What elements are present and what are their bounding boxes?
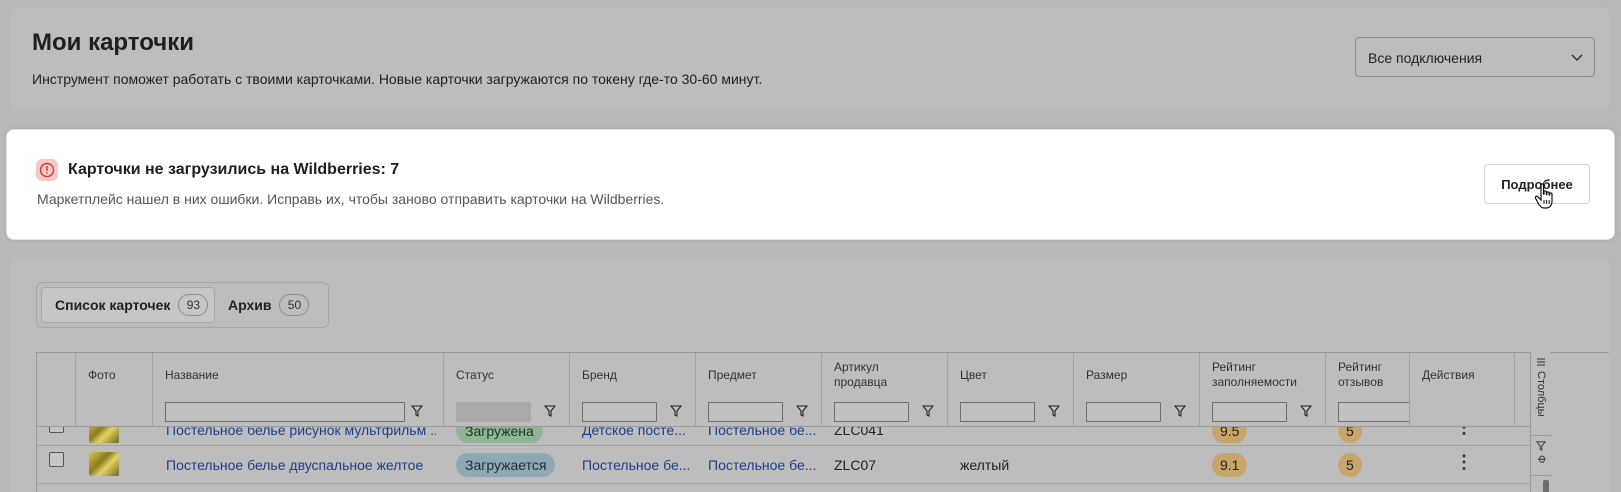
kebab-menu-icon[interactable]: ⋮ [1455,427,1473,436]
chevron-down-icon [1570,51,1584,70]
product-name-link[interactable]: Постельное белье рисунок мультфильм ... [166,427,436,438]
page-title: Мои карточки [32,29,194,56]
column-header-name[interactable]: Название [153,353,444,397]
size-filter-input[interactable] [1086,402,1161,422]
column-header-brand[interactable]: Бренд [570,353,696,397]
column-header-size[interactable]: Размер [1074,353,1200,397]
columns-side-tab[interactable]: Столбцы [1531,352,1551,436]
subject-link[interactable]: Постельное бе... [708,457,820,473]
row-checkbox[interactable] [49,452,64,467]
upload-error-alert: Карточки не загрузились на Wildberries: … [6,129,1615,240]
article-filter-input[interactable] [834,402,909,422]
status-badge: Загружается [456,453,556,477]
funnel-icon [1536,441,1546,451]
review-rating-badge: 5 [1338,453,1362,477]
tab-cards-list[interactable]: Список карточек 93 [41,287,215,323]
filters-side-tab[interactable]: Ф [1531,436,1551,476]
column-header-color[interactable]: Цвет [948,353,1074,397]
funnel-icon[interactable] [411,405,423,417]
filter-row [37,397,1537,427]
column-header-photo: Фото [76,353,153,397]
vertical-scrollbar[interactable] [1543,480,1549,492]
product-thumbnail [89,427,119,443]
tab-archive[interactable]: Архив 50 [215,287,325,323]
funnel-icon[interactable] [922,405,934,417]
subject-filter-input[interactable] [708,402,783,422]
article-value: ZLC041 [834,427,884,438]
cards-list-panel: Список карточек 93 Архив 50 Фото Названи… [11,258,1610,492]
filters-tab-label: Ф [1535,455,1547,464]
name-filter-input[interactable] [165,402,405,422]
select-column-header [37,353,76,397]
color-filter-input[interactable] [960,402,1035,422]
columns-tab-label: Столбцы [1535,371,1547,417]
brand-filter-input[interactable] [582,402,657,422]
brand-link[interactable]: Постельное бе... [582,457,694,473]
tab-label: Архив [228,297,272,313]
connections-select-value: Все подключения [1368,50,1483,66]
column-header-fill-line2: заполняемости [1212,375,1298,389]
funnel-icon[interactable] [1174,405,1186,417]
brand-link[interactable]: Детское посте... [582,427,694,438]
tabs: Список карточек 93 Архив 50 [36,282,329,328]
kebab-menu-icon[interactable]: ⋮ [1455,453,1473,471]
columns-icon [1537,358,1545,366]
column-header-reviews-line2: отзывов [1338,375,1384,389]
connections-select[interactable]: Все подключения [1355,37,1595,77]
column-header-status[interactable]: Статус [444,353,570,397]
tab-label: Список карточек [55,297,171,313]
fill-rating-badge: 9.5 [1212,427,1248,443]
column-header-review-rating[interactable]: Рейтинг отзывов [1326,353,1410,397]
column-header-article[interactable]: Артикул продавца [822,353,948,397]
page-subtitle: Инструмент поможет работать с твоими кар… [32,71,763,87]
row-checkbox[interactable] [49,427,64,433]
column-header-fill-line1: Рейтинг [1212,360,1257,374]
funnel-icon[interactable] [544,405,556,417]
color-value: желтый [960,457,1010,473]
table-row[interactable]: Постельное белье двуспальное желтое Загр… [37,446,1537,484]
article-value: ZLC07 [834,457,877,473]
count-badge: 93 [178,294,209,316]
exclamation-circle-icon [36,159,58,181]
review-rating-filter-input[interactable] [1338,402,1409,422]
hand-pointer-icon [1534,183,1556,216]
review-rating-badge: 5 [1338,427,1362,443]
funnel-icon[interactable] [796,405,808,417]
column-header-article-line2: продавца [834,375,888,389]
funnel-icon[interactable] [1300,405,1312,417]
page-header-card: Мои карточки Инструмент поможет работать… [11,7,1610,110]
count-badge: 50 [279,294,310,316]
alert-title: Карточки не загрузились на Wildberries: … [68,161,400,178]
column-header-fill-rating[interactable]: Рейтинг заполняемости [1200,353,1326,397]
subject-link[interactable]: Постельное бе... [708,427,820,438]
product-thumbnail [89,452,119,476]
table-side-panel: Столбцы Ф [1530,352,1551,492]
alert-text: Маркетплейс нашел в них ошибки. Исправь … [37,191,665,207]
status-badge: Загружена [456,427,543,443]
column-header-actions: Действия [1410,353,1515,397]
fill-rating-badge: 9.1 [1212,453,1248,477]
funnel-icon[interactable] [1048,405,1060,417]
funnel-icon[interactable] [670,405,682,417]
fill-rating-filter-input[interactable] [1212,402,1287,422]
column-header-article-line1: Артикул [834,360,879,374]
status-filter-input[interactable] [456,402,531,422]
table-row[interactable]: Постельное белье рисунок мультфильм ... … [37,427,1537,446]
cards-table: Фото Название Статус Бренд Предмет Артик… [36,352,1609,492]
product-name-link[interactable]: Постельное белье двуспальное желтое [166,457,436,473]
column-header-subject[interactable]: Предмет [696,353,822,397]
column-header-reviews-line1: Рейтинг [1338,360,1383,374]
